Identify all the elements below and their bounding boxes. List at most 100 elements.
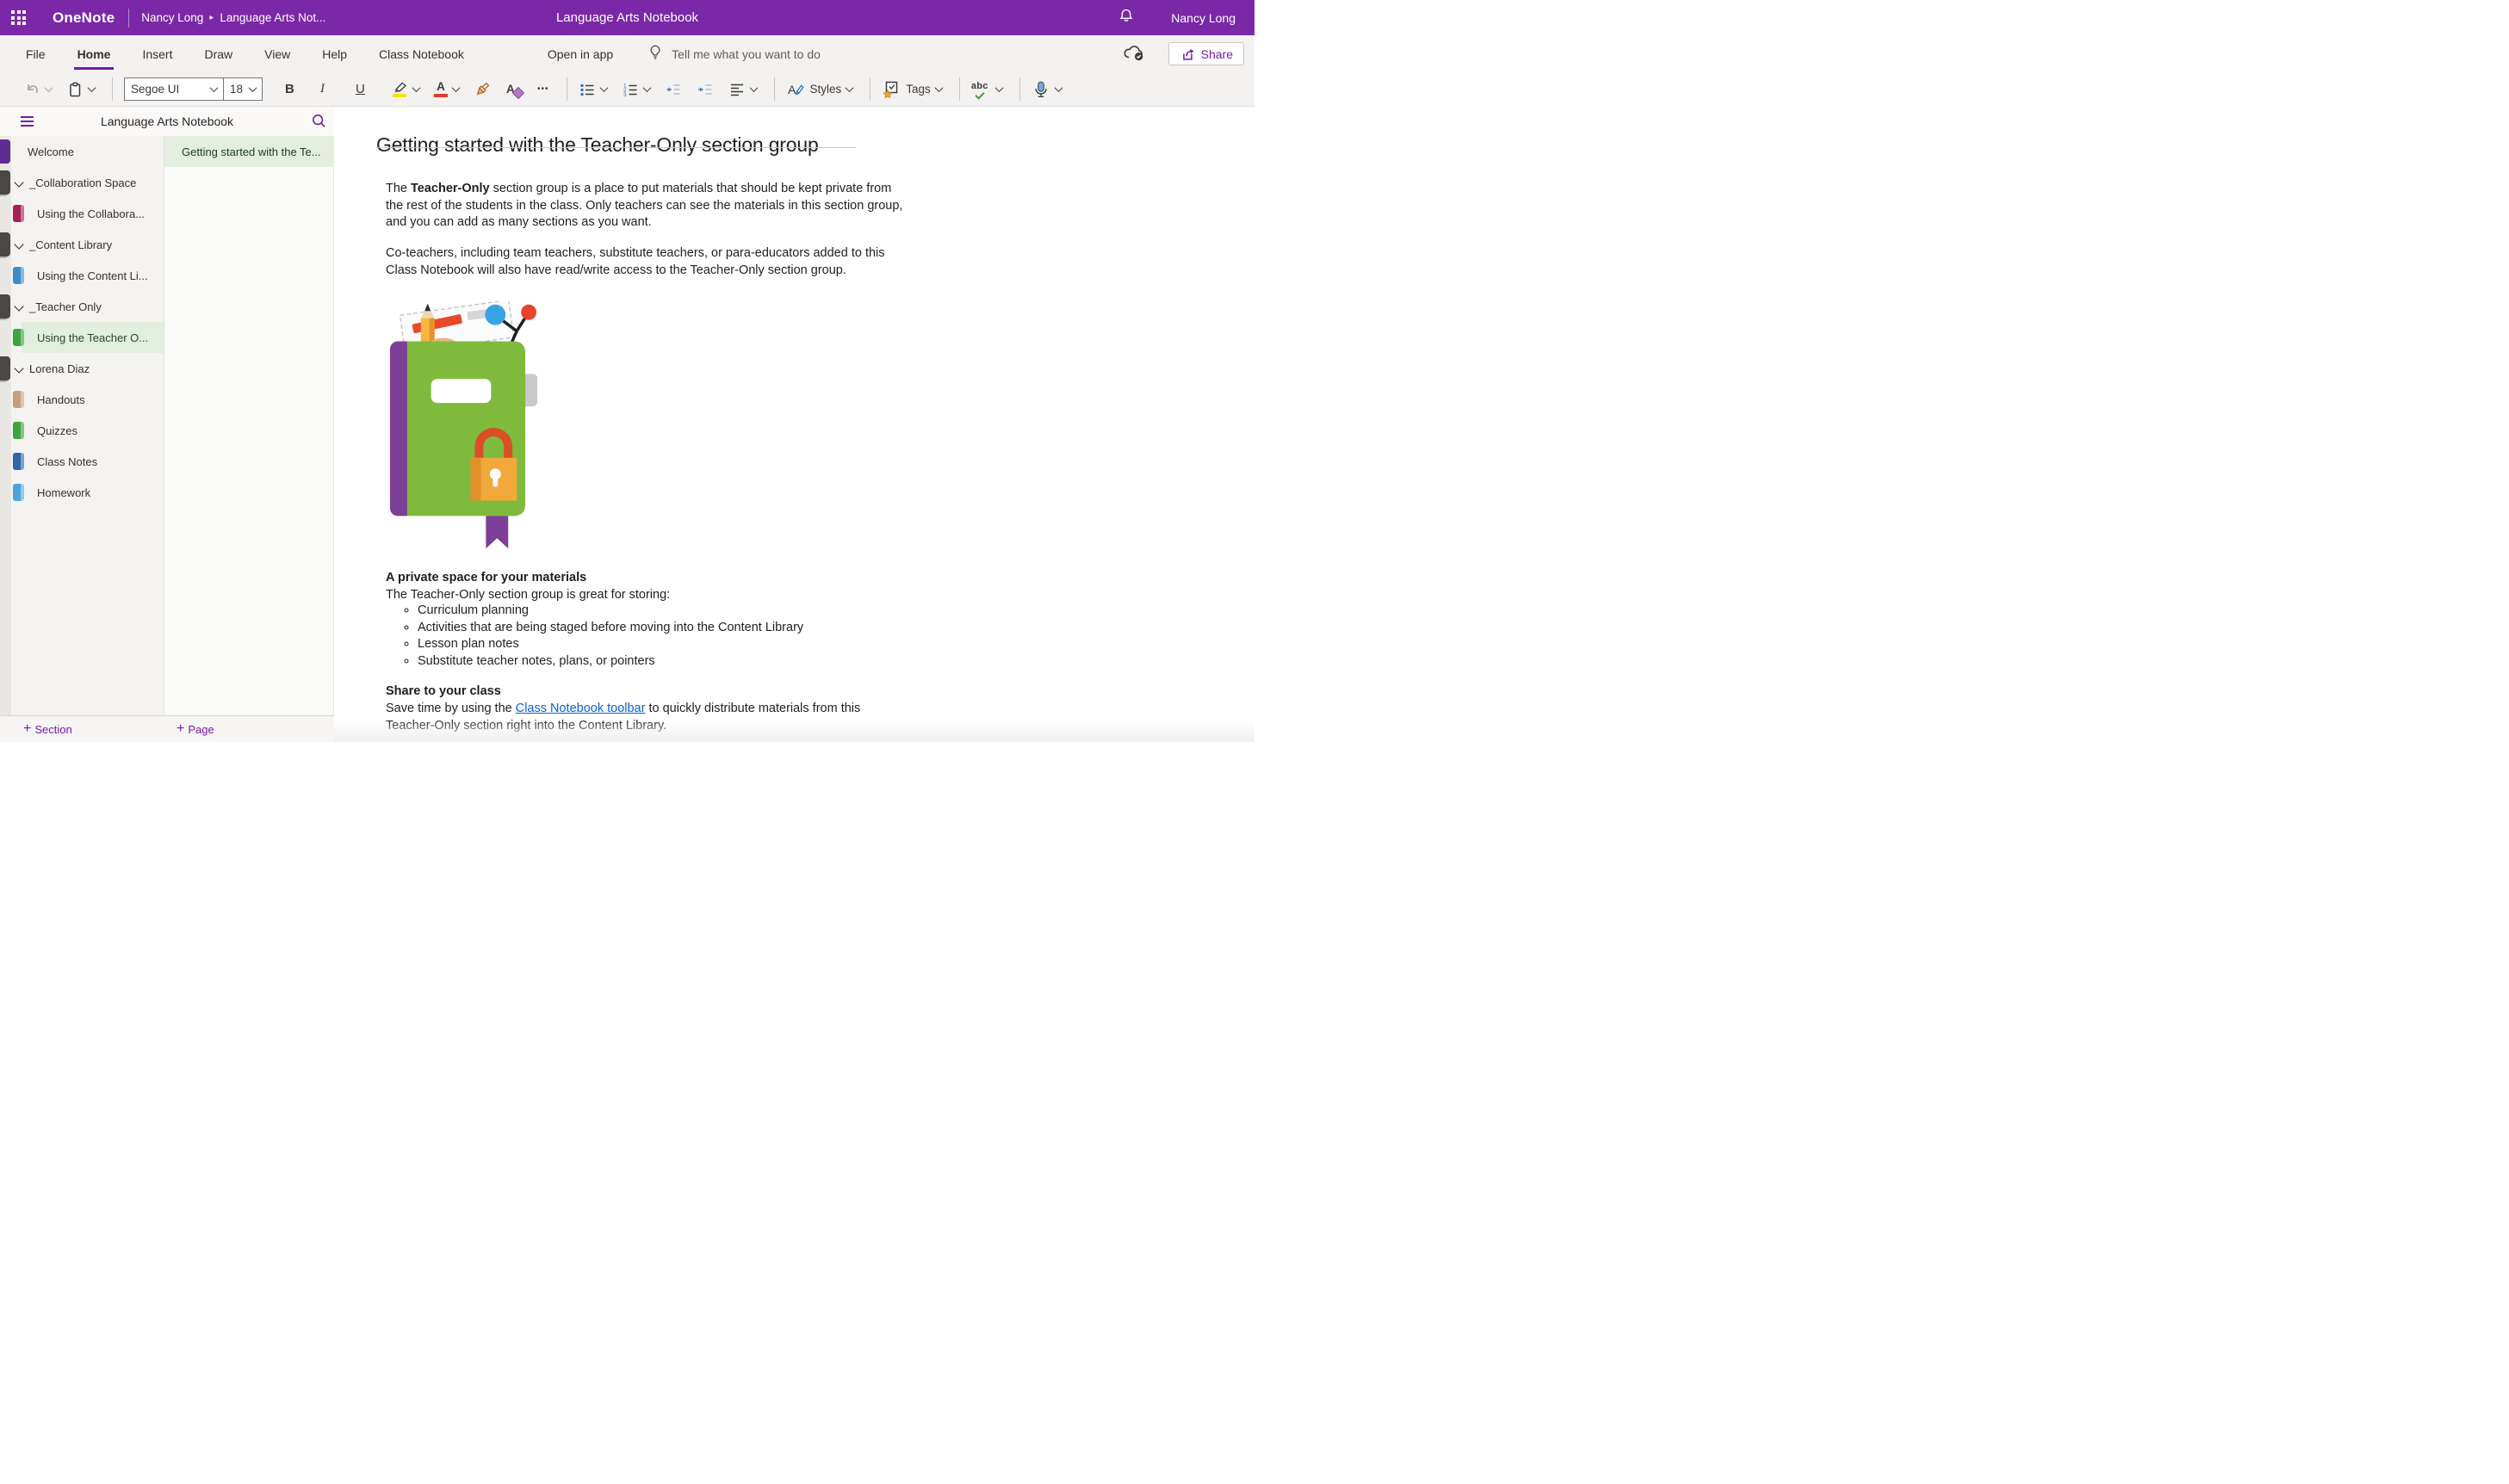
toolbar-divider: [959, 77, 960, 101]
chevron-down-icon[interactable]: [14, 177, 23, 187]
sidebar-section-homework[interactable]: Homework: [11, 477, 164, 508]
underline-button[interactable]: U: [356, 82, 376, 96]
sidebar-section-welcome[interactable]: Welcome: [11, 136, 164, 167]
section-label: Quizzes: [37, 424, 77, 437]
section-group-teacher-only[interactable]: _Teacher Only: [11, 291, 164, 322]
page-title[interactable]: Getting started with the Teacher-Only se…: [376, 133, 819, 157]
paragraph-intro[interactable]: The Teacher-Only section group is a plac…: [386, 181, 902, 232]
section-group-label: _Content Library: [29, 238, 112, 251]
menu-bar: File Home Insert Draw View Help Class Notebook…: [0, 35, 1254, 72]
highlighter-button[interactable]: [391, 81, 419, 97]
font-name-combo[interactable]: Segoe UI: [124, 77, 224, 101]
chevron-down-icon[interactable]: [14, 239, 23, 249]
numbered-list-icon: 123: [622, 81, 639, 98]
hamburger-menu-icon[interactable]: [21, 116, 34, 127]
account-name[interactable]: Nancy Long: [1171, 11, 1236, 25]
paragraph-coteachers[interactable]: Co-teachers, including team teachers, su…: [386, 245, 885, 279]
tell-me-input[interactable]: Tell me what you want to do: [672, 47, 821, 61]
notebook-spine-strip: [0, 136, 11, 742]
teacher-notebook-illustration: [387, 301, 541, 553]
bullet-item[interactable]: Curriculum planning: [418, 603, 803, 620]
section-group-label: Lorena Diaz: [29, 362, 90, 375]
sidebar-section-using-the-content-li[interactable]: Using the Content Li...: [11, 260, 164, 291]
more-options-button[interactable]: •••: [537, 84, 549, 94]
page-item-getting-started-with-the-te[interactable]: Getting started with the Te...: [164, 136, 333, 167]
paste-button[interactable]: [66, 81, 95, 98]
indent-button[interactable]: [697, 81, 714, 98]
bold-button[interactable]: B: [285, 82, 306, 96]
menu-tab-draw[interactable]: Draw: [202, 47, 234, 61]
italic-button[interactable]: I: [320, 82, 341, 96]
paragraph-share[interactable]: Save time by using the Class Notebook to…: [386, 701, 860, 734]
bullet-item[interactable]: Lesson plan notes: [418, 636, 803, 653]
sidebar-section-handouts[interactable]: Handouts: [11, 384, 164, 415]
breadcrumb-user[interactable]: Nancy Long: [141, 11, 203, 24]
menu-tab-view[interactable]: View: [263, 47, 292, 61]
numbered-list-button[interactable]: 123: [622, 81, 650, 98]
bullet-item[interactable]: Substitute teacher notes, plans, or poin…: [418, 653, 803, 671]
alignment-button[interactable]: [728, 81, 757, 98]
section-group-collaboration-space[interactable]: _Collaboration Space: [11, 167, 164, 198]
chevron-down-icon[interactable]: [14, 363, 23, 373]
sidebar-section-quizzes[interactable]: Quizzes: [11, 415, 164, 446]
group-tab-icon: [0, 232, 10, 257]
add-section-button[interactable]: + Section: [23, 716, 72, 742]
topbar-divider: [128, 9, 129, 28]
paragraph-storing[interactable]: The Teacher-Only section group is great …: [386, 587, 670, 604]
sidebar-section-using-the-collabora[interactable]: Using the Collabora...: [11, 198, 164, 229]
class-notebook-toolbar-link[interactable]: Class Notebook toolbar: [516, 702, 646, 715]
chevron-down-icon: [249, 83, 257, 92]
font-color-icon: A: [434, 81, 448, 97]
open-in-app-button[interactable]: Open in app: [548, 47, 613, 61]
alignment-icon: [728, 81, 746, 98]
add-page-button[interactable]: + Page: [177, 716, 214, 742]
notifications-bell-icon[interactable]: [1118, 7, 1135, 28]
menu-items: File Home Insert Draw View Help Class Notebook: [24, 47, 494, 61]
heading-private-space[interactable]: A private space for your materials: [386, 570, 586, 587]
font-name-value: Segoe UI: [131, 83, 179, 96]
breadcrumb[interactable]: Nancy Long ▸ Language Arts Not...: [141, 11, 325, 24]
chevron-down-icon: [88, 83, 96, 92]
menu-tab-file[interactable]: File: [24, 47, 47, 61]
clear-formatting-button[interactable]: A: [505, 82, 523, 97]
section-group-lorena-diaz[interactable]: Lorena Diaz: [11, 353, 164, 384]
app-launcher-icon[interactable]: [11, 10, 26, 25]
menu-tab-insert[interactable]: Insert: [140, 47, 174, 61]
font-size-combo[interactable]: 18: [223, 77, 263, 101]
font-color-button[interactable]: A: [434, 81, 459, 97]
menu-tab-home[interactable]: Home: [76, 47, 113, 61]
menu-tab-class-notebook[interactable]: Class Notebook: [377, 47, 466, 61]
notebook-label: [431, 379, 492, 403]
dictate-button[interactable]: [1031, 80, 1062, 99]
breadcrumb-notebook[interactable]: Language Arts Not...: [220, 11, 325, 24]
spellcheck-button[interactable]: abc: [971, 82, 1002, 97]
bullet-item[interactable]: Activities that are being staged before …: [418, 620, 803, 637]
svg-text:3: 3: [623, 92, 627, 98]
outdent-button[interactable]: [665, 81, 682, 98]
section-label: Using the Collabora...: [37, 207, 145, 220]
chevron-down-icon: [599, 83, 608, 92]
share-button[interactable]: Share: [1168, 42, 1244, 65]
section-tab-icon: [13, 484, 24, 501]
breadcrumb-chevron-icon: ▸: [209, 13, 214, 22]
undo-button[interactable]: [23, 81, 52, 98]
tags-button[interactable]: Tags: [882, 80, 942, 98]
section-label: Using the Content Li...: [37, 269, 148, 282]
section-group-content-library[interactable]: _Content Library: [11, 229, 164, 260]
sidebar-section-using-the-teacher-o[interactable]: Using the Teacher O...: [11, 322, 164, 353]
sidebar-bottom-bar: + Section + Page: [0, 715, 334, 742]
search-icon[interactable]: [311, 113, 327, 133]
heading-share-class[interactable]: Share to your class: [386, 683, 501, 701]
group-tab-icon: [0, 294, 10, 318]
section-label: Homework: [37, 486, 90, 499]
menu-tab-help[interactable]: Help: [320, 47, 349, 61]
bullet-list[interactable]: Curriculum planningActivities that are b…: [386, 603, 803, 670]
chevron-down-icon[interactable]: [14, 301, 23, 311]
format-painter-button[interactable]: [474, 81, 491, 98]
styles-button[interactable]: A Styles: [786, 81, 853, 98]
workspace: Language Arts Notebook Welcome_Collabora…: [0, 107, 1254, 742]
bullet-list-button[interactable]: [579, 81, 607, 98]
sidebar-section-class-notes[interactable]: Class Notes: [11, 446, 164, 477]
page-canvas[interactable]: Getting started with the Teacher-Only se…: [334, 107, 1254, 742]
add-section-label: Section: [34, 723, 71, 736]
